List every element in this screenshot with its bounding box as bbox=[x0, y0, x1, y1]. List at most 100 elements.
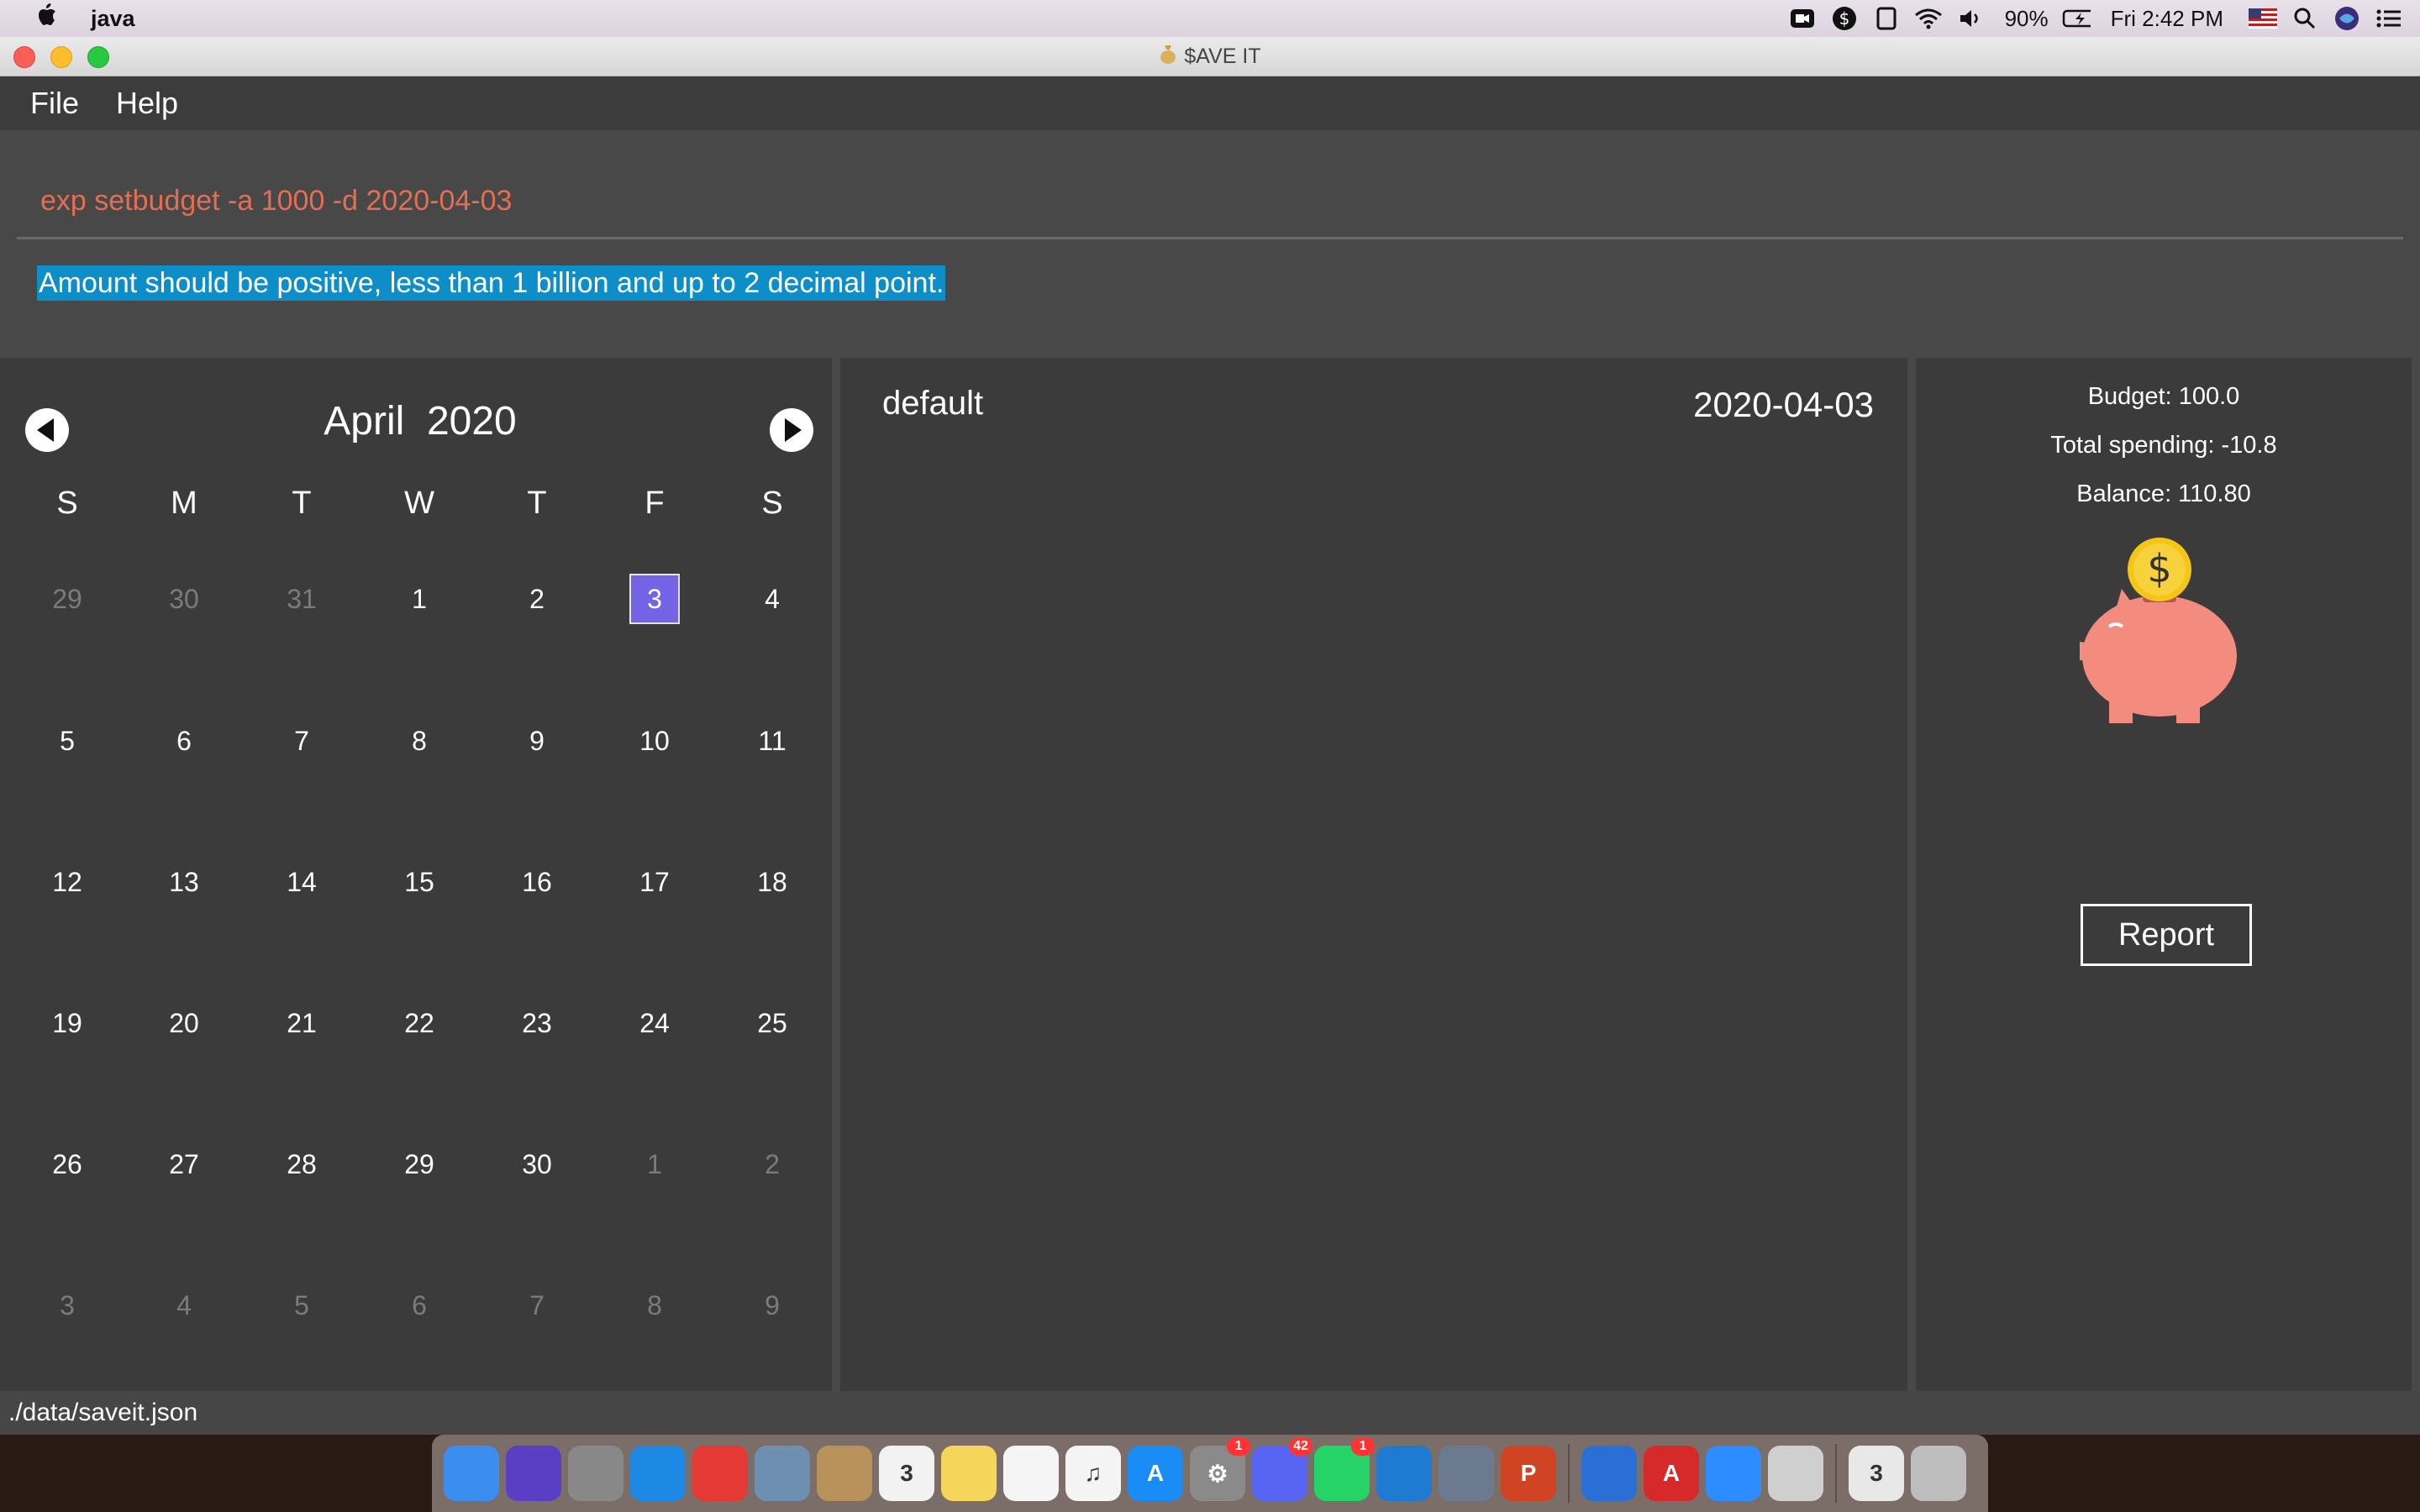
calendar-day-selected[interactable]: 3 bbox=[629, 574, 680, 624]
file-menu[interactable]: File bbox=[30, 86, 79, 121]
calendar-day[interactable]: 18 bbox=[747, 857, 797, 907]
virtualbox-dock-icon[interactable] bbox=[1439, 1446, 1494, 1501]
launchpad-dock-icon[interactable] bbox=[568, 1446, 623, 1501]
calendar-day[interactable]: 30 bbox=[512, 1139, 562, 1189]
calendar-day[interactable]: 6 bbox=[394, 1280, 445, 1331]
siri-dock-icon[interactable] bbox=[506, 1446, 561, 1501]
command-box[interactable]: exp setbudget -a 1000 -d 2020-04-03 bbox=[17, 168, 2403, 239]
calendar-day[interactable]: 30 bbox=[159, 574, 209, 624]
spotlight-search-icon[interactable] bbox=[2291, 6, 2319, 31]
apple-menu-icon[interactable] bbox=[34, 3, 59, 34]
active-app-name[interactable]: java bbox=[91, 6, 135, 32]
app-store-dock-icon[interactable]: A bbox=[1128, 1446, 1183, 1501]
calendar-day[interactable]: 31 bbox=[276, 574, 327, 624]
finder-dock-icon[interactable] bbox=[444, 1446, 499, 1501]
calendar-day[interactable]: 21 bbox=[276, 998, 327, 1048]
calendar-day[interactable]: 13 bbox=[159, 857, 209, 907]
discord-dock-icon[interactable]: 42 bbox=[1252, 1437, 1313, 1501]
dollar-menu-icon[interactable]: $ bbox=[1830, 6, 1859, 31]
svg-text:$: $ bbox=[1839, 8, 1849, 29]
help-menu[interactable]: Help bbox=[116, 86, 178, 121]
calendar-day[interactable]: 28 bbox=[276, 1139, 327, 1189]
calendar-day[interactable]: 8 bbox=[629, 1280, 680, 1331]
calendar-day[interactable]: 5 bbox=[42, 716, 92, 766]
calendar-day[interactable]: 15 bbox=[394, 857, 445, 907]
calendar-day[interactable]: 5 bbox=[276, 1280, 327, 1331]
sourcetree-dock-icon[interactable] bbox=[1581, 1446, 1637, 1501]
calendar-day[interactable]: 27 bbox=[159, 1139, 209, 1189]
money-bag-icon bbox=[1159, 43, 1177, 71]
calendar-day[interactable]: 9 bbox=[512, 716, 562, 766]
clock[interactable]: Fri 2:42 PM bbox=[2111, 6, 2223, 32]
calendar-day[interactable]: 2 bbox=[747, 1139, 797, 1189]
notification-center-icon[interactable] bbox=[2375, 6, 2403, 31]
calendar-day[interactable]: 12 bbox=[42, 857, 92, 907]
weekday-label: T bbox=[527, 486, 547, 521]
vscode-dock-icon[interactable] bbox=[1376, 1446, 1432, 1501]
next-month-button[interactable] bbox=[770, 408, 813, 452]
command-input[interactable]: exp setbudget -a 1000 -d 2020-04-03 bbox=[40, 185, 512, 218]
music-dock-icon[interactable]: ♫ bbox=[1065, 1446, 1121, 1501]
calendar-day[interactable]: 1 bbox=[394, 574, 445, 624]
wifi-icon[interactable] bbox=[1914, 6, 1943, 31]
calendar-day[interactable]: 10 bbox=[629, 716, 680, 766]
report-button[interactable]: Report bbox=[2081, 904, 2252, 966]
calendar-day[interactable]: 16 bbox=[512, 857, 562, 907]
contacts-dock-icon[interactable] bbox=[817, 1446, 872, 1501]
zoom-dock-icon[interactable] bbox=[1706, 1446, 1761, 1501]
calendar-day[interactable]: 3 bbox=[42, 1280, 92, 1331]
save-location: ./data/saveit.json bbox=[8, 1399, 198, 1426]
powerpoint-icon: P bbox=[1520, 1460, 1537, 1486]
preview-dock-icon[interactable] bbox=[755, 1446, 810, 1501]
tablet-icon[interactable] bbox=[1872, 6, 1901, 31]
trash-dock-icon[interactable] bbox=[1911, 1446, 1966, 1501]
calendar-day[interactable]: 1 bbox=[629, 1139, 680, 1189]
us-flag-icon[interactable] bbox=[2249, 6, 2277, 31]
calendar-day[interactable]: 29 bbox=[394, 1139, 445, 1189]
system-menu-bar: java $ 90% Fri 2:42 PM bbox=[0, 0, 2420, 37]
calendar-day[interactable]: 24 bbox=[629, 998, 680, 1048]
window-titlebar[interactable]: $AVE IT bbox=[0, 37, 2420, 76]
chrome-dock-icon[interactable] bbox=[692, 1446, 748, 1501]
calendar-day[interactable]: 19 bbox=[42, 998, 92, 1048]
system-preferences-dock-icon[interactable]: ⚙ 1 bbox=[1190, 1437, 1250, 1501]
siri-icon[interactable] bbox=[2333, 6, 2361, 31]
calendar-day[interactable]: 7 bbox=[276, 716, 327, 766]
calendar-day[interactable]: 4 bbox=[159, 1280, 209, 1331]
calendar-day[interactable]: 22 bbox=[394, 998, 445, 1048]
calendar-day[interactable]: 2 bbox=[512, 574, 562, 624]
calendar-icon: 3 bbox=[900, 1460, 913, 1486]
budget-label: Budget: 100.0 bbox=[2087, 383, 2240, 410]
calendar-day[interactable]: 14 bbox=[276, 857, 327, 907]
calendar-day[interactable]: 4 bbox=[747, 574, 797, 624]
safari-dock-icon[interactable] bbox=[630, 1446, 686, 1501]
calendar-day[interactable]: 11 bbox=[747, 716, 797, 766]
calendar-day[interactable]: 7 bbox=[512, 1280, 562, 1331]
zoom-window-button[interactable] bbox=[87, 46, 109, 68]
calendar-day[interactable]: 23 bbox=[512, 998, 562, 1048]
list-date: 2020-04-03 bbox=[1693, 385, 1874, 424]
camera-icon[interactable] bbox=[1788, 6, 1817, 31]
angular-dock-icon[interactable]: A bbox=[1644, 1446, 1699, 1501]
calendar-day[interactable]: 20 bbox=[159, 998, 209, 1048]
java-app-dock-icon[interactable] bbox=[1768, 1446, 1823, 1501]
calendar-day[interactable]: 17 bbox=[629, 857, 680, 907]
powerpoint-dock-icon[interactable]: P bbox=[1501, 1446, 1556, 1501]
window-title: $AVE IT bbox=[1159, 43, 1261, 71]
calendar-day[interactable]: 29 bbox=[42, 574, 92, 624]
calendar-day[interactable]: 8 bbox=[394, 716, 445, 766]
close-window-button[interactable] bbox=[13, 46, 35, 68]
calendar-dock-icon[interactable]: 3 bbox=[879, 1446, 934, 1501]
reminders-dock-icon[interactable] bbox=[1003, 1446, 1059, 1501]
battery-icon[interactable] bbox=[2062, 6, 2091, 31]
calendar-day[interactable]: 9 bbox=[747, 1280, 797, 1331]
system-preferences-icon: ⚙ bbox=[1207, 1460, 1228, 1487]
minimize-window-button[interactable] bbox=[50, 46, 72, 68]
downloads-calendar-dock-icon[interactable]: 3 bbox=[1849, 1446, 1904, 1501]
volume-icon[interactable] bbox=[1956, 6, 1985, 31]
calendar-day[interactable]: 6 bbox=[159, 716, 209, 766]
calendar-day[interactable]: 25 bbox=[747, 998, 797, 1048]
whatsapp-dock-icon[interactable]: 1 bbox=[1314, 1437, 1375, 1501]
calendar-day[interactable]: 26 bbox=[42, 1139, 92, 1189]
notes-dock-icon[interactable] bbox=[941, 1446, 997, 1501]
